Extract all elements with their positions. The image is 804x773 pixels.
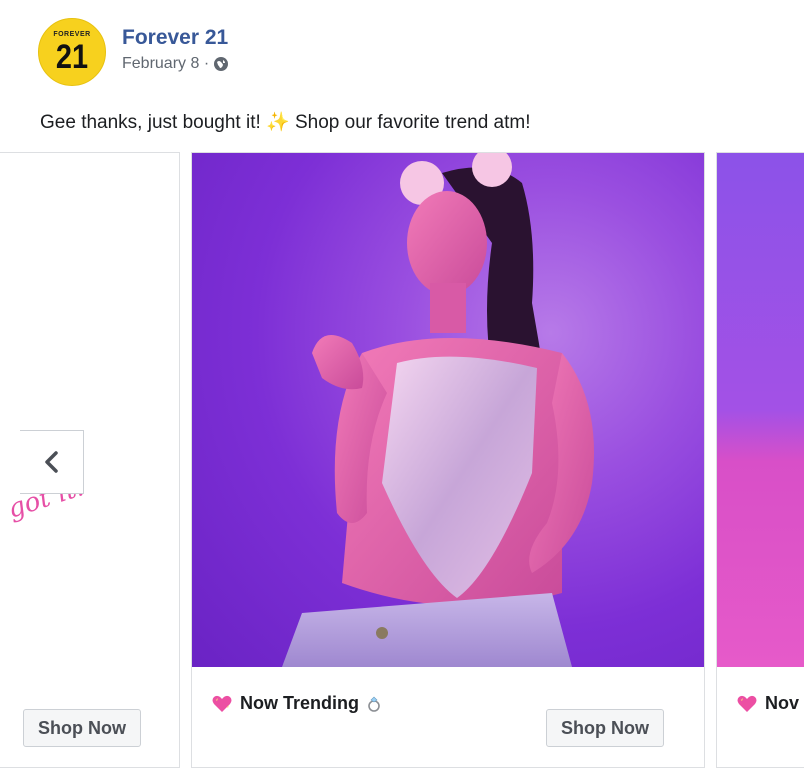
sparkling-heart-icon xyxy=(212,695,232,712)
chevron-left-icon xyxy=(44,451,58,473)
card-caption[interactable]: Now Trending xyxy=(212,693,381,714)
page-avatar[interactable]: FOREVER 21 xyxy=(38,18,106,86)
post-text-end: Shop our favorite trend atm! xyxy=(289,112,531,133)
carousel-card-next[interactable]: Nov xyxy=(716,152,804,768)
sparkling-heart-icon xyxy=(737,695,757,712)
post-date: February 8 · xyxy=(122,55,229,73)
sparkle-icon: ✨ xyxy=(266,112,290,133)
post-header: FOREVER 21 Forever 21 February 8 · xyxy=(38,18,228,86)
shop-now-button[interactable]: Shop Now xyxy=(23,709,141,747)
caption-text: Nov xyxy=(765,693,800,713)
card-image[interactable] xyxy=(192,153,704,667)
card-image[interactable]: got it! xyxy=(0,153,179,667)
caption-text: Now Trending xyxy=(240,693,359,713)
page-name-link[interactable]: Forever 21 xyxy=(122,26,228,50)
carousel-card-current[interactable]: Now Trending Shop Now xyxy=(191,152,705,768)
product-carousel: got it! Shop Now Now Trending Shop Now N… xyxy=(0,152,804,773)
globe-icon xyxy=(214,57,229,71)
logo-number: 21 xyxy=(55,38,89,76)
post-text-start: Gee thanks, just bought it! xyxy=(40,112,267,133)
card-caption[interactable]: Nov xyxy=(737,693,799,714)
carousel-prev-button[interactable] xyxy=(20,430,84,494)
shop-now-button[interactable]: Shop Now xyxy=(546,709,664,747)
ring-icon xyxy=(368,696,380,712)
post-meta: Forever 21 February 8 · xyxy=(122,26,228,73)
model-photo xyxy=(282,153,594,667)
post-date-text[interactable]: February 8 · xyxy=(122,55,209,73)
card-image[interactable] xyxy=(717,153,804,667)
post-text: Gee thanks, just bought it! ✨ Shop our f… xyxy=(40,110,531,134)
